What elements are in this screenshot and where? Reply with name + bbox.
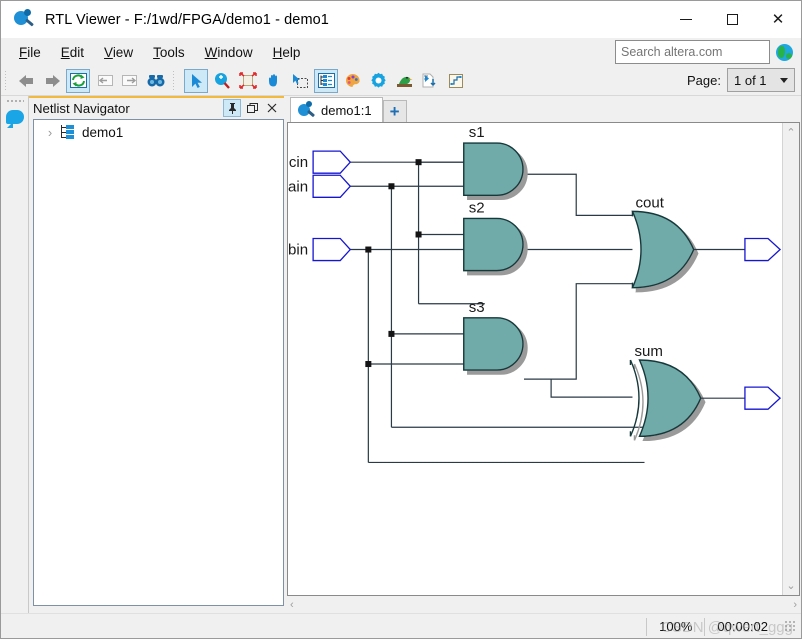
window-controls: ✕	[663, 1, 801, 38]
status-bar: 100% 00:00:02	[1, 613, 801, 638]
horizontal-scrollbar[interactable]: ‹ ›	[287, 596, 800, 613]
rtl-viewer-icon	[297, 101, 317, 119]
netlist-navigator-header: Netlist Navigator	[29, 96, 284, 118]
gate-s3	[463, 317, 524, 371]
netlist-tree[interactable]: › demo1	[33, 119, 284, 606]
message-bubble-icon[interactable]	[6, 110, 24, 124]
forward-icon[interactable]	[40, 69, 64, 93]
page-control: Page: 1 of 1	[687, 68, 795, 92]
output-pin-cout: cout	[744, 237, 782, 262]
strip-grip[interactable]	[6, 99, 24, 103]
minimize-button[interactable]	[663, 1, 709, 38]
scroll-down-button[interactable]: ⌄	[786, 576, 795, 595]
page-select-value: 1 of 1	[734, 72, 767, 88]
tab-label: demo1:1	[321, 102, 372, 118]
toolbar-grip-2[interactable]	[172, 70, 180, 91]
globe-icon[interactable]	[776, 43, 793, 61]
toolbar: Page: 1 of 1	[1, 66, 801, 96]
wire-junctions	[365, 159, 422, 368]
add-tab-button[interactable]: +	[382, 100, 407, 122]
gate-sum	[629, 359, 702, 438]
menu-item-view[interactable]: View	[94, 42, 143, 63]
find-icon[interactable]	[144, 69, 168, 93]
close-panel-button[interactable]	[263, 99, 281, 117]
title-bar: RTL Viewer - F:/1wd/FPGA/demo1 - demo1 ✕	[1, 1, 801, 38]
tab-demo1-1[interactable]: demo1:1	[290, 97, 383, 122]
back-icon[interactable]	[14, 69, 38, 93]
hierarchy-icon	[58, 124, 76, 140]
settings-gear-icon[interactable]	[366, 69, 390, 93]
gate-label-s1: s1	[469, 124, 485, 141]
pin-label-ain: ain	[288, 178, 308, 195]
tab-bar: demo1:1 +	[286, 96, 801, 122]
rtl-viewer-window: RTL Viewer - F:/1wd/FPGA/demo1 - demo1 ✕…	[0, 0, 802, 639]
refresh-icon[interactable]	[66, 68, 90, 93]
document-area: demo1:1 + cin ain bin s1 s2 s3 cout sum …	[286, 96, 801, 613]
page-label: Page:	[687, 72, 721, 88]
scroll-left-button[interactable]: ‹	[290, 596, 294, 614]
gate-label-s3: s3	[469, 299, 485, 316]
gate-label-cout: cout	[635, 194, 664, 211]
page-select[interactable]: 1 of 1	[727, 68, 795, 92]
pin-panel-button[interactable]	[223, 99, 241, 117]
bird-probe-icon[interactable]	[392, 69, 416, 93]
input-pin-cin: cin	[289, 150, 352, 174]
undock-panel-button[interactable]	[243, 99, 261, 117]
menu-item-window[interactable]: Window	[195, 42, 263, 63]
gate-label-sum: sum	[634, 343, 662, 360]
schematic-export-icon[interactable]	[444, 69, 468, 93]
scroll-up-button[interactable]: ⌃	[786, 123, 795, 142]
main-body: Netlist Navigator › demo1 demo1:1 + cin …	[1, 96, 801, 613]
gate-s1	[463, 142, 524, 197]
schematic-canvas-wrap: cin ain bin s1 s2 s3 cout sum ⌃ ⌄	[287, 122, 800, 596]
gate-cout	[631, 210, 695, 289]
export-netlist-icon[interactable]	[418, 69, 442, 93]
window-title: RTL Viewer - F:/1wd/FPGA/demo1 - demo1	[45, 11, 329, 28]
color-palette-icon[interactable]	[340, 69, 364, 93]
input-pin-ain: ain	[288, 174, 352, 198]
select-tool-icon[interactable]	[184, 68, 208, 93]
zoom-level: 100%	[646, 617, 704, 636]
netlist-navigator-panel: Netlist Navigator › demo1	[29, 96, 286, 613]
gate-s2	[463, 217, 524, 272]
chevron-right-icon[interactable]: ›	[42, 125, 58, 140]
close-button[interactable]: ✕	[755, 1, 801, 38]
input-pin-bin: bin	[288, 237, 352, 262]
menu-bar: File Edit View Tools Window Help	[1, 38, 801, 66]
schematic-svg: cin ain bin s1 s2 s3 cout sum	[288, 124, 782, 464]
scroll-right-button[interactable]: ›	[793, 596, 797, 614]
toolbar-grip-1[interactable]	[4, 70, 10, 91]
search-area	[615, 40, 793, 64]
rtl-viewer-icon	[13, 8, 39, 31]
tree-item-demo1[interactable]: › demo1	[34, 120, 283, 144]
pin-label-bin: bin	[288, 242, 308, 259]
chevron-down-icon	[780, 77, 788, 83]
schematic-canvas[interactable]: cin ain bin s1 s2 s3 cout sum	[288, 123, 782, 595]
wires	[348, 161, 645, 464]
menu-item-tools[interactable]: Tools	[143, 42, 195, 63]
maximize-button[interactable]	[709, 1, 755, 38]
panel-title: Netlist Navigator	[33, 100, 130, 116]
vertical-scrollbar[interactable]: ⌃ ⌄	[782, 123, 799, 595]
fit-in-window-icon[interactable]	[236, 69, 260, 93]
output-pin-sum: sum	[744, 386, 782, 410]
tree-item-label: demo1	[82, 124, 124, 140]
pin-label-cin: cin	[289, 154, 308, 171]
elapsed-time: 00:00:02	[704, 617, 780, 636]
gate-label-s2: s2	[469, 199, 485, 216]
menu-item-help[interactable]: Help	[263, 42, 311, 63]
menu-item-edit[interactable]: Edit	[51, 42, 94, 63]
area-select-tool-icon[interactable]	[288, 69, 312, 93]
hand-pan-tool-icon[interactable]	[262, 69, 286, 93]
netlist-navigator-icon[interactable]	[314, 68, 338, 93]
previous-page-icon[interactable]	[92, 69, 116, 93]
left-tool-strip	[1, 96, 29, 613]
menu-item-file[interactable]: File	[9, 42, 51, 63]
resize-grip[interactable]	[784, 620, 797, 633]
search-input[interactable]	[615, 40, 770, 64]
next-page-icon[interactable]	[118, 69, 142, 93]
zoom-tool-icon[interactable]	[210, 69, 234, 93]
